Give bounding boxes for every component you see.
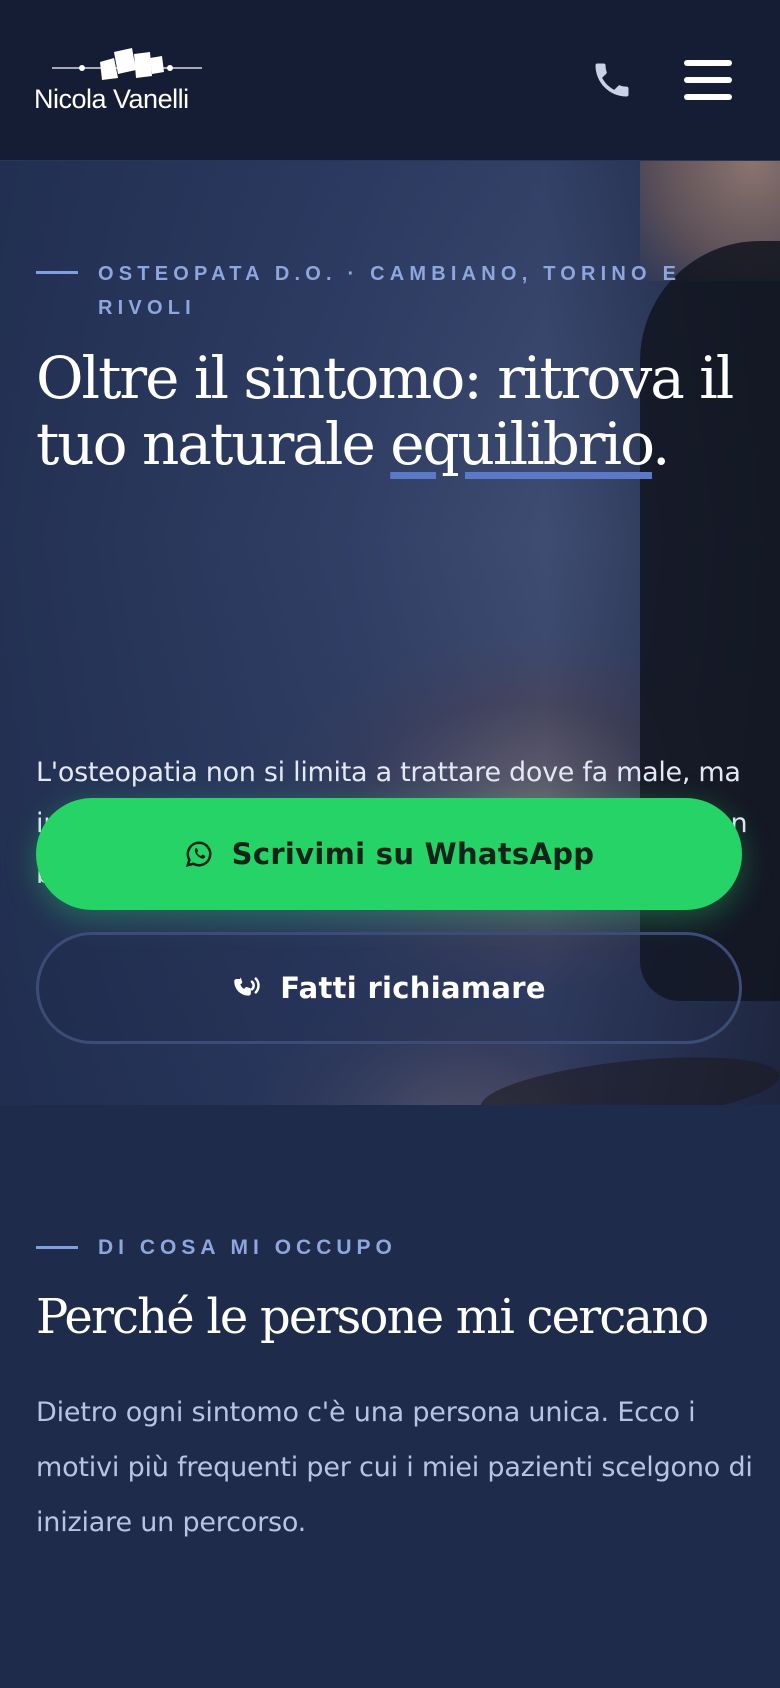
hero-eyebrow-text: OSTEOPATA D.O. · CAMBIANO, TORINO E RIVO… bbox=[98, 263, 682, 319]
section-eyebrow: DI COSA MI OCCUPO bbox=[36, 1231, 397, 1265]
hamburger-line bbox=[684, 77, 732, 83]
whatsapp-button-label: Scrivimi su WhatsApp bbox=[231, 837, 595, 871]
phone-icon bbox=[595, 63, 629, 97]
section-description: Dietro ogni sintomo c'è una persona unic… bbox=[36, 1397, 753, 1538]
whatsapp-button[interactable]: Scrivimi su WhatsApp bbox=[36, 798, 742, 910]
brand-name: Nicola Vanelli bbox=[34, 84, 189, 114]
eyebrow-line bbox=[36, 271, 78, 274]
callback-button-label: Fatti richiamare bbox=[280, 971, 546, 1005]
menu-button[interactable] bbox=[684, 60, 732, 100]
services-intro-section: DI COSA MI OCCUPO Perché le persone mi c… bbox=[0, 1105, 780, 1688]
site-header: Nicola Vanelli bbox=[0, 0, 780, 161]
phone-ringing-icon bbox=[234, 977, 260, 996]
hero-title-highlight: equilibrio bbox=[390, 410, 654, 478]
hero-section: OSTEOPATA D.O. · CAMBIANO, TORINO E RIVO… bbox=[0, 161, 780, 1105]
whatsapp-icon bbox=[185, 841, 212, 868]
section-title: Perché le persone mi cercano bbox=[36, 1289, 709, 1345]
hamburger-line bbox=[684, 94, 732, 100]
eyebrow-line bbox=[36, 1246, 78, 1249]
callback-button[interactable]: Fatti richiamare bbox=[36, 932, 742, 1044]
hero-photo-patient bbox=[477, 1045, 780, 1105]
logo-mark-icon bbox=[52, 48, 202, 80]
phone-button[interactable] bbox=[590, 58, 634, 102]
hamburger-menu-icon bbox=[684, 60, 732, 66]
hero-title: Oltre il sintomo: ritrova il tuo natural… bbox=[36, 345, 736, 477]
section-eyebrow-text: DI COSA MI OCCUPO bbox=[98, 1236, 397, 1259]
brand-logo[interactable]: Nicola Vanelli bbox=[34, 48, 204, 118]
hero-eyebrow: OSTEOPATA D.O. · CAMBIANO, TORINO E RIVO… bbox=[36, 257, 736, 325]
hero-title-end: . bbox=[652, 410, 670, 478]
